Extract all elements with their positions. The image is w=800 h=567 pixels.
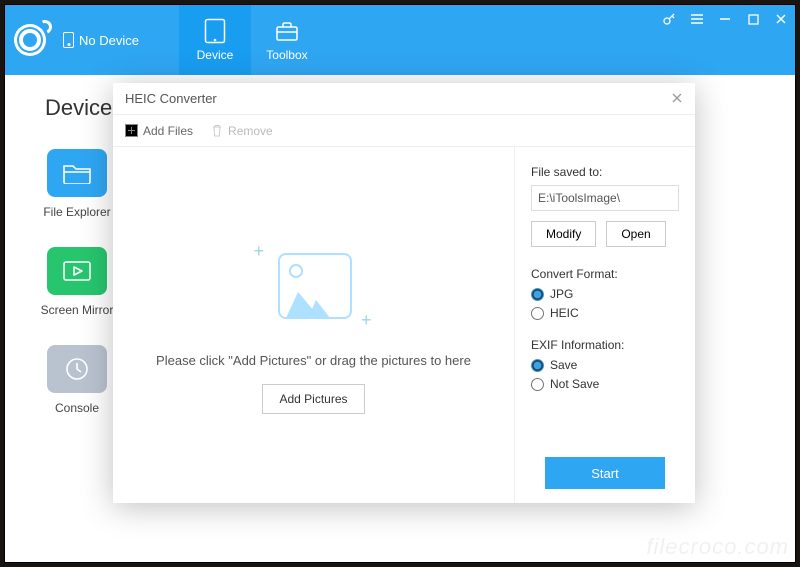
tile-label: File Explorer xyxy=(43,205,110,219)
radio-heic[interactable]: HEIC xyxy=(531,306,679,320)
window-controls xyxy=(661,11,789,27)
tile-console[interactable]: Console xyxy=(45,345,109,415)
tab-toolbox[interactable]: Toolbox xyxy=(251,5,323,75)
tile-label: Console xyxy=(55,401,99,415)
heic-converter-modal: HEIC Converter Add Files Remove + + xyxy=(113,83,695,503)
modal-title: HEIC Converter xyxy=(125,91,217,106)
app-logo xyxy=(5,5,55,75)
device-status-label: No Device xyxy=(79,33,139,48)
start-button[interactable]: Start xyxy=(545,457,665,489)
menu-icon[interactable] xyxy=(689,11,705,27)
radio-jpg[interactable]: JPG xyxy=(531,287,679,301)
tile-file-explorer[interactable]: File Explorer xyxy=(45,149,109,219)
modal-body: + + Please click "Add Pictures" or drag … xyxy=(113,147,695,503)
remove-button: Remove xyxy=(211,124,273,138)
modify-button[interactable]: Modify xyxy=(531,221,596,247)
modal-toolbar: Add Files Remove xyxy=(113,115,695,147)
phone-icon xyxy=(63,32,74,48)
watermark: filecroco.com xyxy=(646,534,789,560)
add-pictures-button[interactable]: Add Pictures xyxy=(262,384,364,414)
open-button[interactable]: Open xyxy=(606,221,665,247)
maximize-button[interactable] xyxy=(745,11,761,27)
tablet-icon xyxy=(202,18,228,44)
folder-icon xyxy=(47,149,107,197)
app-window: No Device Device Toolbox xyxy=(4,4,796,563)
nav-tabs: Device Toolbox xyxy=(179,5,323,75)
dropzone-hint: Please click "Add Pictures" or drag the … xyxy=(156,353,471,368)
saved-to-input[interactable] xyxy=(531,185,679,211)
saved-to-label: File saved to: xyxy=(531,165,679,179)
toolbox-icon xyxy=(274,18,300,44)
modal-sidebar: File saved to: Modify Open Convert Forma… xyxy=(515,147,695,503)
close-button[interactable] xyxy=(773,11,789,27)
minimize-button[interactable] xyxy=(717,11,733,27)
trash-icon xyxy=(211,124,223,137)
plus-box-icon xyxy=(125,124,138,137)
titlebar: No Device Device Toolbox xyxy=(5,5,795,75)
add-files-button[interactable]: Add Files xyxy=(125,124,193,138)
modal-close-button[interactable] xyxy=(671,91,683,107)
image-placeholder-icon: + + xyxy=(254,237,374,337)
key-icon[interactable] xyxy=(661,11,677,27)
play-icon xyxy=(47,247,107,295)
exif-group: EXIF Information: Save Not Save xyxy=(531,338,679,391)
dropzone[interactable]: + + Please click "Add Pictures" or drag … xyxy=(113,147,515,503)
clock-icon xyxy=(47,345,107,393)
modal-header: HEIC Converter xyxy=(113,83,695,115)
device-status[interactable]: No Device xyxy=(63,5,139,75)
radio-exif-notsave[interactable]: Not Save xyxy=(531,377,679,391)
convert-format-group: Convert Format: JPG HEIC xyxy=(531,267,679,320)
tile-label: Screen Mirror xyxy=(41,303,114,317)
tab-device[interactable]: Device xyxy=(179,5,251,75)
tile-screen-mirror[interactable]: Screen Mirror xyxy=(45,247,109,317)
radio-exif-save[interactable]: Save xyxy=(531,358,679,372)
